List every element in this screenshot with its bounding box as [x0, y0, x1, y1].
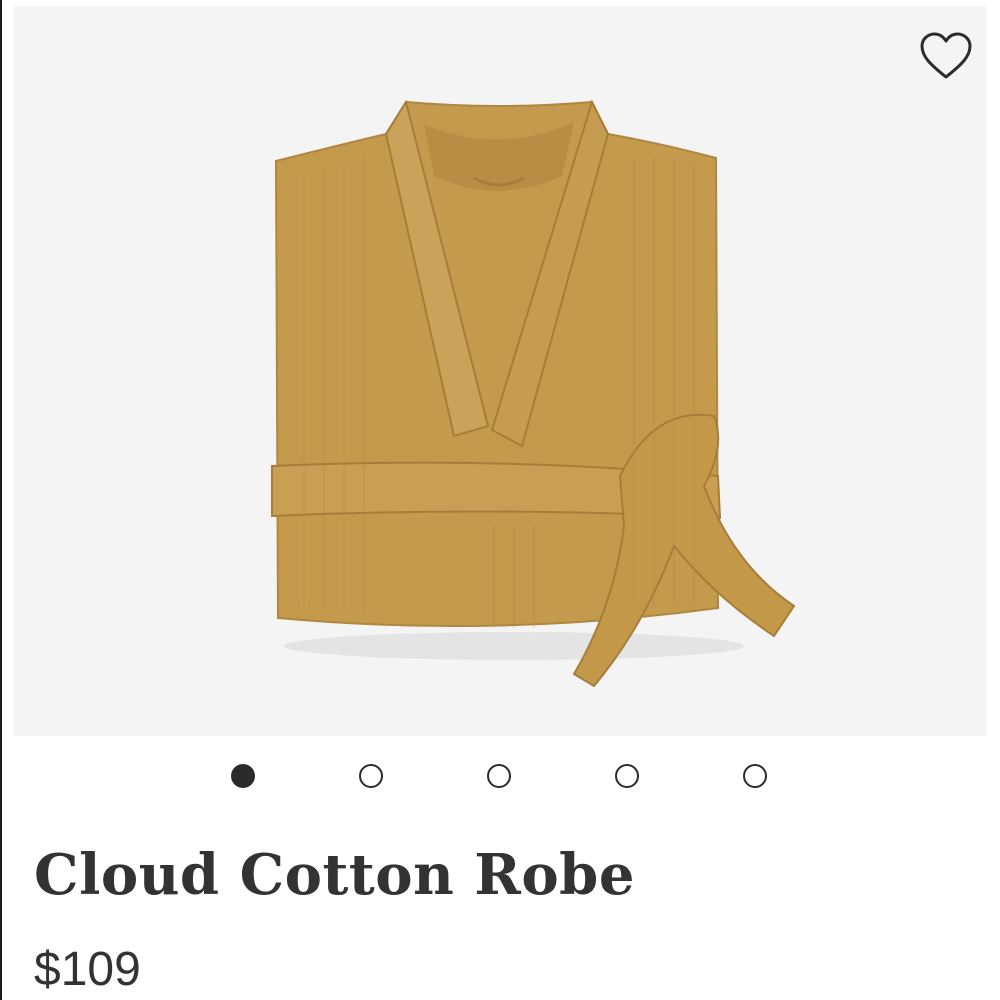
carousel-dot-4[interactable]: [615, 764, 639, 788]
product-image-gallery[interactable]: [14, 6, 986, 736]
left-edge-divider: [0, 0, 2, 1000]
heart-outline-icon: [920, 32, 972, 79]
carousel-dot-5[interactable]: [743, 764, 767, 788]
carousel-dot-3[interactable]: [487, 764, 511, 788]
carousel-dot-1[interactable]: [231, 764, 255, 788]
product-title: Cloud Cotton Robe: [34, 842, 635, 908]
image-shadow: [284, 632, 744, 660]
carousel-dot-2[interactable]: [359, 764, 383, 788]
favorite-button[interactable]: [914, 24, 978, 88]
carousel-pagination: [0, 760, 1000, 792]
product-price: $109: [34, 943, 141, 996]
product-image: [271, 99, 796, 688]
